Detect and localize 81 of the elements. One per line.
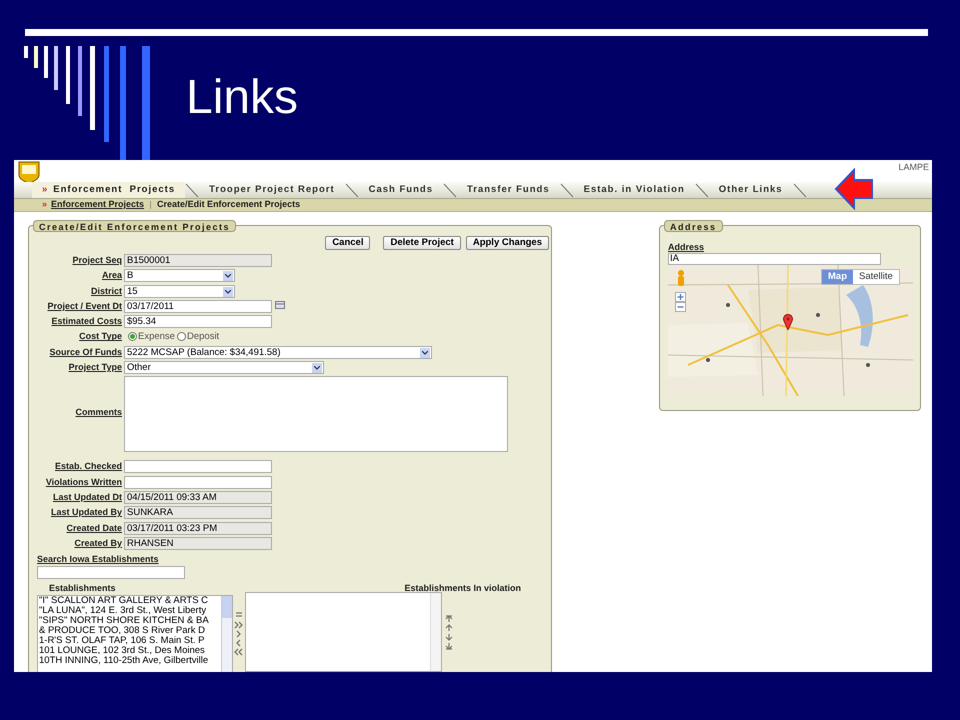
- list-item[interactable]: "I" SCALLON ART GALLERY & ARTS C: [38, 596, 220, 606]
- dropdown-caret-icon: [312, 363, 322, 374]
- breadcrumb-current: Create/Edit Enforcement Projects: [157, 198, 300, 212]
- action-button[interactable]: Cancel: [325, 236, 370, 250]
- field-label: Area: [100, 269, 123, 282]
- field-label: Last Updated Dt: [52, 490, 123, 504]
- input-field: 04/15/2011 09:33 AM: [124, 490, 272, 504]
- nav-tab[interactable]: Cash Funds: [358, 182, 443, 198]
- list-item[interactable]: 101 LOUNGE, 102 3rd St., Des Moines: [38, 646, 220, 656]
- tab-separator: [344, 182, 359, 198]
- nav-tab[interactable]: Other Links: [708, 182, 793, 198]
- reorder-arrow-icon[interactable]: [444, 642, 454, 650]
- comments-box[interactable]: [124, 376, 508, 452]
- establishments-list[interactable]: [37, 595, 233, 672]
- list-label: Establishments In violation: [403, 582, 521, 596]
- input-field[interactable]: [124, 476, 272, 489]
- tab-separator: [694, 182, 709, 198]
- dropdown[interactable]: 15: [124, 284, 235, 298]
- scrollbar[interactable]: [430, 593, 441, 672]
- user-name: LAMPE: [898, 161, 929, 174]
- nav-tab[interactable]: Trooper Project Report: [199, 182, 345, 198]
- list-label: Establishments: [48, 582, 117, 596]
- tab-separator: [442, 182, 457, 198]
- arrow-icon: [834, 168, 874, 210]
- badge-icon: [17, 161, 41, 183]
- dropdown[interactable]: Other: [124, 361, 324, 374]
- field-label: Violations Written: [44, 476, 123, 489]
- tab-separator: [792, 182, 807, 198]
- input-field[interactable]: $95.34: [124, 315, 272, 328]
- reorder-arrow-icon[interactable]: [444, 633, 454, 642]
- zoom-out-icon[interactable]: [675, 302, 686, 312]
- list-item[interactable]: "SIPS" NORTH SHORE KITCHEN & BA: [38, 616, 220, 626]
- list-item[interactable]: & PRODUCE TOO, 308 S River Park D: [38, 626, 220, 636]
- action-button[interactable]: Apply Changes: [466, 236, 549, 250]
- scrollbar[interactable]: [221, 596, 232, 672]
- field-label: Estimated Costs: [50, 315, 123, 328]
- slide-title: Links: [186, 74, 298, 122]
- field-label: Project / Event Dt: [46, 300, 123, 313]
- dropdown-caret-icon: [223, 271, 233, 282]
- input-field[interactable]: 03/17/2011: [124, 300, 272, 313]
- field-label: Estab. Checked: [54, 460, 123, 474]
- field-label: Last Updated By: [50, 506, 123, 520]
- tab-separator: [560, 182, 574, 198]
- zoom-in-icon[interactable]: [675, 292, 686, 302]
- list-item[interactable]: 10TH INNING, 110-25th Ave, Gilbertville: [38, 656, 220, 666]
- field-label: Project Seq: [71, 254, 123, 267]
- input-field: B1500001: [124, 254, 272, 267]
- action-button[interactable]: Delete Project: [383, 236, 461, 250]
- dropdown[interactable]: 5222 MCSAP (Balance: $34,491.58): [124, 346, 432, 359]
- dropdown[interactable]: B: [124, 269, 235, 282]
- dropdown-caret-icon: [420, 348, 430, 358]
- panel-title: Create/Edit Enforcement Projects: [33, 220, 236, 232]
- input-field[interactable]: [124, 460, 272, 474]
- field-label: District: [90, 284, 123, 298]
- field-label: Created By: [73, 536, 123, 550]
- tab-separator: [185, 182, 200, 198]
- field-label: Address: [668, 242, 706, 253]
- field-label: Cost Type: [78, 330, 123, 344]
- field-label: Comments: [74, 406, 123, 419]
- field-label: Project Type: [68, 361, 123, 374]
- reorder-arrow-icon[interactable]: [444, 624, 454, 632]
- field-label: Created Date: [65, 522, 123, 535]
- nav-tab[interactable]: Transfer Funds: [456, 182, 560, 198]
- input-field: RHANSEN: [124, 536, 272, 550]
- address-field[interactable]: IA: [668, 253, 881, 265]
- reorder-arrow-icon[interactable]: [444, 615, 454, 624]
- list-item[interactable]: 1-R'S ST. OLAF TAP, 106 S. Main St. P: [38, 636, 220, 646]
- input-field: 03/17/2011 03:23 PM: [124, 522, 272, 535]
- nav-tab[interactable]: Estab. in Violation: [574, 182, 695, 198]
- field-label: Source Of Funds: [48, 346, 123, 359]
- radio-option[interactable]: Deposit: [176, 330, 220, 344]
- field-label: Search Iowa Establishments: [36, 553, 160, 566]
- radio-option[interactable]: Expense: [128, 330, 175, 344]
- search-field[interactable]: [37, 566, 185, 580]
- breadcrumb-link[interactable]: » Enforcement Projects: [42, 198, 144, 212]
- nav-tab[interactable]: » Enforcement Projects: [32, 182, 186, 198]
- list-item[interactable]: "LA LUNA", 124 E. 3rd St., West Liberty: [38, 606, 220, 616]
- panel-title: Address: [664, 220, 723, 232]
- dropdown-caret-icon: [223, 286, 233, 297]
- input-field: SUNKARA: [124, 506, 272, 520]
- map-pin-icon: [783, 314, 793, 330]
